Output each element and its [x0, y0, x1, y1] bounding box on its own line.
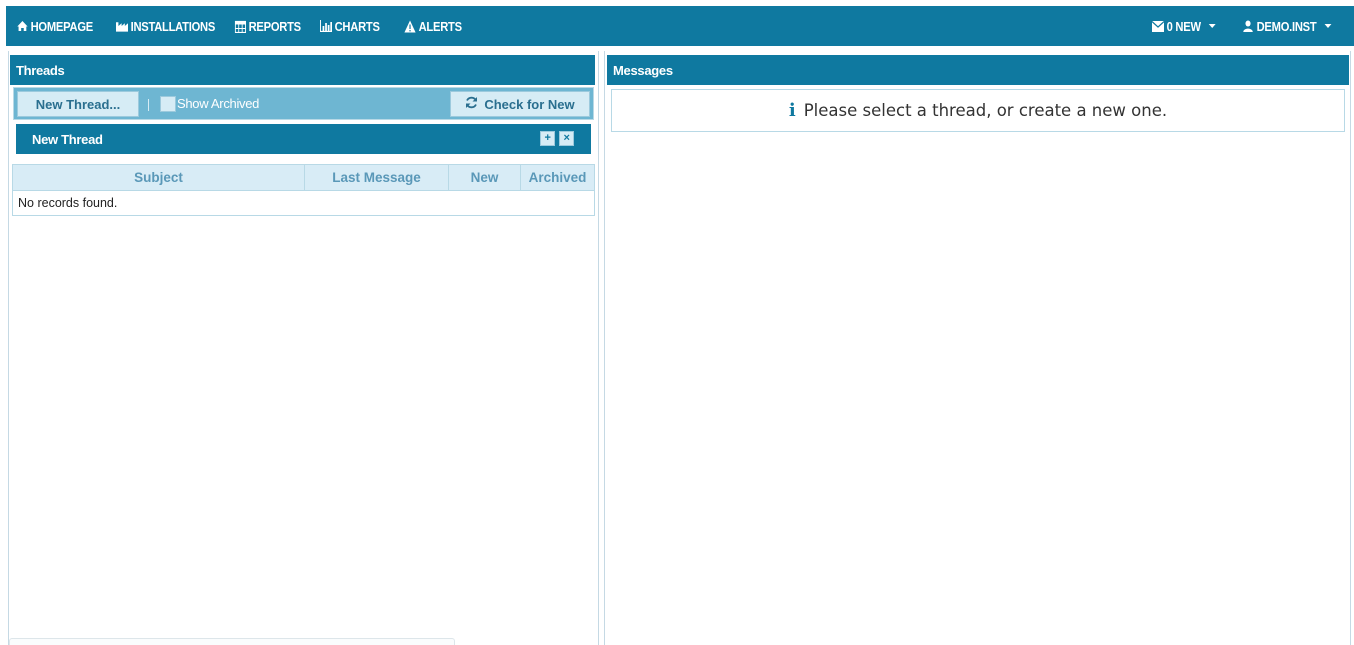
empty-table-message: No records found.: [18, 196, 118, 210]
threads-header: Threads: [10, 55, 595, 85]
nav-reports-label: REPORTS: [248, 18, 302, 34]
info-icon: i: [788, 100, 796, 121]
envelope-icon: [1152, 19, 1165, 33]
column-subject[interactable]: Subject: [13, 165, 305, 190]
nav-charts-label: CHARTS: [334, 18, 380, 34]
column-new[interactable]: New: [449, 165, 521, 190]
factory-icon: [116, 19, 129, 33]
top-navbar: HOMEPAGE INSTALLATIONS REPORTS CHARTS AL…: [6, 6, 1354, 46]
messages-info-box: i Please select a thread, or create a ne…: [611, 89, 1345, 132]
nav-charts[interactable]: CHARTS: [320, 19, 380, 34]
refresh-icon: [465, 96, 478, 112]
nav-user-dropdown[interactable]: DEMO.INST: [1242, 18, 1332, 34]
nav-installations-label: INSTALLATIONS: [130, 18, 216, 34]
threads-toolbar: New Thread... Show Archived Check for Ne…: [13, 87, 594, 120]
chevron-down-icon: [1324, 24, 1332, 28]
threads-table-header: Subject Last Message New Archived: [13, 165, 594, 191]
chevron-down-icon: [1208, 24, 1216, 28]
threads-table: Subject Last Message New Archived No rec…: [12, 164, 595, 216]
home-icon: [16, 19, 28, 33]
app-root: HOMEPAGE INSTALLATIONS REPORTS CHARTS AL…: [0, 0, 1354, 645]
new-thread-bar: New Thread + ×: [16, 124, 591, 154]
nav-alerts-label: ALERTS: [418, 18, 462, 34]
bar-chart-icon: [320, 19, 333, 33]
user-icon: [1242, 19, 1254, 33]
warning-icon: [404, 19, 416, 33]
nav-user-label: DEMO.INST: [1256, 18, 1317, 34]
show-archived-checkbox[interactable]: [160, 96, 176, 112]
calendar-icon: [234, 19, 246, 33]
nav-homepage[interactable]: HOMEPAGE: [16, 19, 93, 34]
show-archived-label[interactable]: Show Archived: [177, 96, 259, 111]
nav-messages-dropdown[interactable]: 0 NEW: [1152, 18, 1216, 34]
check-for-new-label: Check for New: [484, 96, 575, 112]
new-thread-bar-title: New Thread: [32, 131, 103, 147]
close-icon[interactable]: ×: [559, 131, 574, 146]
nav-alerts[interactable]: ALERTS: [404, 19, 462, 34]
nav-installations[interactable]: INSTALLATIONS: [116, 19, 215, 34]
column-last-message[interactable]: Last Message: [305, 165, 449, 190]
nav-reports[interactable]: REPORTS: [234, 19, 301, 34]
messages-header: Messages: [607, 55, 1349, 85]
check-for-new-button[interactable]: Check for New: [450, 91, 590, 117]
nav-homepage-label: HOMEPAGE: [30, 18, 94, 34]
expand-plus-icon[interactable]: +: [540, 131, 555, 146]
new-thread-button[interactable]: New Thread...: [17, 91, 139, 117]
column-archived[interactable]: Archived: [521, 165, 594, 190]
toolbar-separator: [148, 99, 149, 111]
nav-messages-label: 0 NEW: [1166, 18, 1201, 34]
horizontal-scrollbar[interactable]: [9, 638, 455, 645]
messages-info-text: Please select a thread, or create a new …: [803, 101, 1168, 120]
messages-panel: [604, 51, 1351, 645]
